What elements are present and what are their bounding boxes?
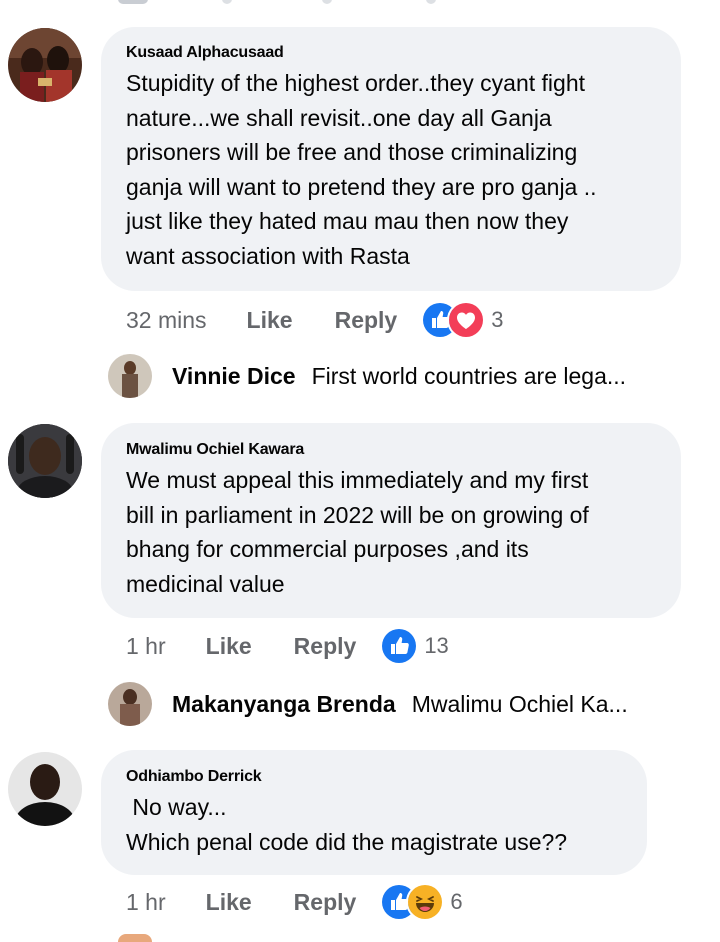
reaction-count: 6 [450, 889, 463, 914]
comment-text: Stupidity of the highest order..they cya… [126, 70, 597, 269]
comment-actions: 32 mins Like Reply 3 [126, 301, 503, 339]
reply-button[interactable]: Reply [294, 889, 357, 916]
next-content-fragment [118, 934, 152, 942]
comment-author[interactable]: Kusaad Alphacusaad [126, 44, 284, 62]
reaction-summary[interactable]: 13 [380, 627, 449, 665]
comment-timestamp[interactable]: 32 mins [126, 307, 207, 334]
comment-actions: 1 hr Like Reply 6 [126, 883, 463, 921]
reply-text: Mwalimu Ochiel Ka... [411, 690, 628, 717]
comment-timestamp[interactable]: 1 hr [126, 633, 166, 660]
like-button[interactable]: Like [206, 889, 252, 916]
commenter-avatar[interactable] [8, 752, 82, 826]
like-button[interactable]: Like [247, 307, 293, 334]
reaction-count: 3 [491, 307, 504, 332]
reaction-summary[interactable]: 3 [421, 301, 503, 339]
reply-preview[interactable]: Makanyanga Brenda Mwalimu Ochiel Ka... [108, 682, 628, 726]
reply-text: First world countries are lega... [311, 362, 627, 389]
comment-timestamp[interactable]: 1 hr [126, 889, 166, 916]
comment-text: No way... Which penal code did the magis… [126, 794, 568, 855]
comment-author[interactable]: Mwalimu Ochiel Kawara [126, 441, 304, 459]
comment-actions: 1 hr Like Reply 13 [126, 627, 449, 665]
reply-button[interactable]: Reply [294, 633, 357, 660]
reply-author[interactable]: Vinnie Dice [172, 363, 296, 390]
commenter-avatar[interactable] [8, 28, 82, 102]
reply-avatar [108, 354, 152, 398]
previous-content-fragment [0, 0, 720, 8]
commenter-avatar[interactable] [8, 424, 82, 498]
reply-button[interactable]: Reply [335, 307, 398, 334]
reaction-summary[interactable]: 6 [380, 883, 463, 921]
like-button[interactable]: Like [206, 633, 252, 660]
love-reaction-icon [447, 301, 486, 339]
comment-text: We must appeal this immediately and my f… [126, 467, 589, 597]
reply-author[interactable]: Makanyanga Brenda [172, 691, 396, 718]
reply-avatar [108, 682, 152, 726]
comment-author[interactable]: Odhiambo Derrick [126, 768, 262, 786]
haha-reaction-icon [406, 883, 445, 921]
reaction-count: 13 [424, 633, 449, 658]
reply-preview[interactable]: Vinnie Dice First world countries are le… [108, 354, 626, 398]
like-reaction-icon [380, 627, 419, 665]
